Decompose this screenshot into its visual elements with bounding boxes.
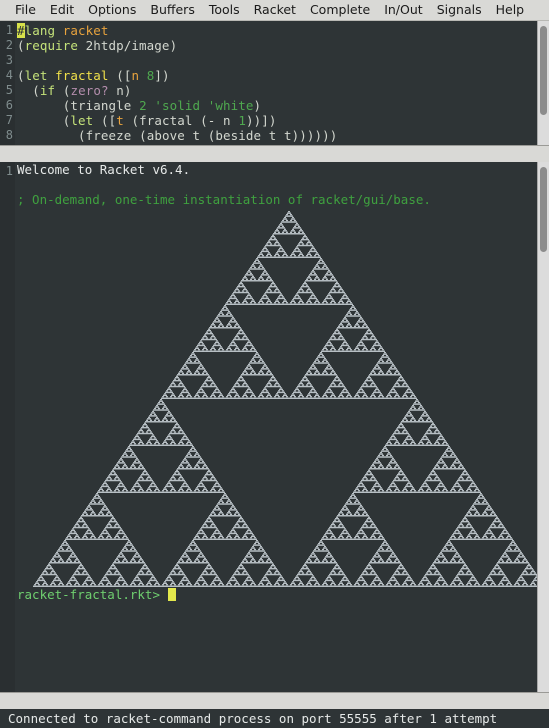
repl-window: 1 Welcome to Racket v6.4. ; On-demand, o… xyxy=(0,162,549,709)
code-line-2: (require 2htdp/image) xyxy=(17,38,178,53)
code-line-6: (triangle 2 'solid 'white) xyxy=(62,98,262,113)
editor-vertical-scrollbar[interactable] xyxy=(537,21,549,145)
line-number: 6 xyxy=(5,98,13,112)
menu-item-racket[interactable]: Racket xyxy=(247,0,303,20)
line-number: 8 xyxy=(5,128,13,142)
menu-item-buffers[interactable]: Buffers xyxy=(143,0,201,20)
menu-bar: File Edit Options Buffers Tools Racket C… xyxy=(0,0,549,21)
sierpinski-fractal-image xyxy=(17,207,549,587)
repl-blank-line xyxy=(17,177,549,192)
code-line-4: (let fractal ([n 8]) xyxy=(17,68,170,83)
repl-prompt-label: racket-fractal.rkt> xyxy=(17,587,160,602)
repl-input-cursor[interactable] xyxy=(167,588,176,601)
code-line-5: (if (zero? n) xyxy=(32,83,132,98)
repl-buffer[interactable]: 1 Welcome to Racket v6.4. ; On-demand, o… xyxy=(0,162,549,692)
repl-line-number-gutter: 1 xyxy=(0,162,15,692)
menu-item-inout[interactable]: In/Out xyxy=(377,0,429,20)
menu-item-tools[interactable]: Tools xyxy=(202,0,247,20)
line-number: 5 xyxy=(5,83,13,97)
repl-mode-line: U:**- *Racket REPL* All L5 (Racket-REPL … xyxy=(0,692,549,709)
menu-item-edit[interactable]: Edit xyxy=(43,0,81,20)
editor-scrollbar-thumb[interactable] xyxy=(540,25,547,116)
line-number: 3 xyxy=(5,53,13,67)
menu-item-options[interactable]: Options xyxy=(81,0,143,20)
repl-scrollbar-thumb[interactable] xyxy=(540,167,547,253)
echo-area-minibuffer[interactable]: Connected to racket-command process on p… xyxy=(0,709,549,728)
menu-item-signals[interactable]: Signals xyxy=(430,0,489,20)
code-line-1: #lang racket xyxy=(17,23,109,38)
line-number: 4 xyxy=(5,68,13,82)
line-number: 7 xyxy=(5,113,13,127)
editor-mode-line: U:--- racket-fractal.rkt All L1 (Racket … xyxy=(0,145,549,162)
emacs-window: File Edit Options Buffers Tools Racket C… xyxy=(0,0,549,728)
repl-vertical-scrollbar[interactable] xyxy=(537,162,549,692)
line-number: 1 xyxy=(5,164,13,178)
editor-text-area[interactable]: #lang racket (require 2htdp/image) (let … xyxy=(17,21,549,145)
menu-item-file[interactable]: File xyxy=(8,0,43,20)
code-line-7: (let ([t (fractal (- n 1))]) xyxy=(62,113,277,128)
repl-welcome-line: Welcome to Racket v6.4. xyxy=(17,162,191,177)
code-line-8: (freeze (above t (beside t t)))))) xyxy=(78,128,338,143)
editor-window: 1 2 3 4 5 6 7 8 #lang racket (require 2h… xyxy=(0,21,549,162)
line-number: 1 xyxy=(5,23,13,37)
editor-line-number-gutter: 1 2 3 4 5 6 7 8 xyxy=(0,21,15,145)
editor-buffer[interactable]: 1 2 3 4 5 6 7 8 #lang racket (require 2h… xyxy=(0,21,549,145)
menu-item-help[interactable]: Help xyxy=(489,0,532,20)
line-number: 2 xyxy=(5,38,13,52)
menu-item-complete[interactable]: Complete xyxy=(303,0,377,20)
repl-comment-line: ; On-demand, one-time instantiation of r… xyxy=(17,192,431,207)
repl-text-area[interactable]: Welcome to Racket v6.4. ; On-demand, one… xyxy=(17,162,549,692)
repl-prompt-line[interactable]: racket-fractal.rkt> xyxy=(17,587,549,602)
point-cursor: # xyxy=(17,23,25,38)
